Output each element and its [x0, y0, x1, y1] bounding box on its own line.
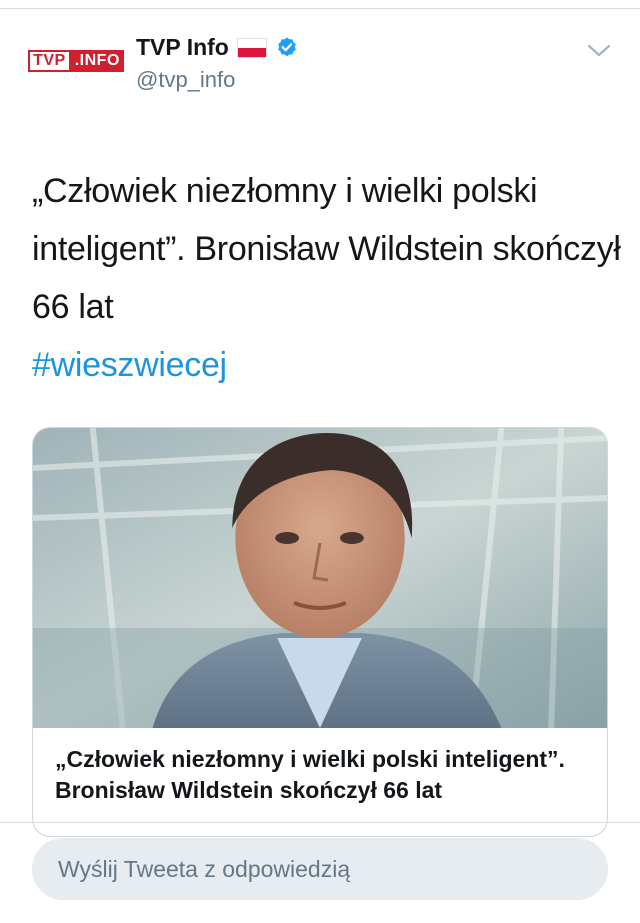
author-handle[interactable]: @tvp_info	[136, 67, 235, 93]
bottom-divider	[0, 822, 640, 823]
card-image	[33, 428, 607, 728]
poland-flag-icon	[236, 37, 267, 58]
chevron-down-icon[interactable]	[586, 42, 612, 60]
logo-info-text: .INFO	[70, 50, 124, 72]
link-preview-card[interactable]: „Człowiek niezłomny i wielki polski inte…	[32, 427, 608, 837]
verified-badge-icon	[278, 37, 296, 56]
avatar[interactable]: TVP .INFO	[28, 44, 124, 78]
author-display-name[interactable]: TVP Info	[136, 34, 229, 61]
tvp-info-logo: TVP .INFO	[28, 50, 124, 72]
hashtag-link[interactable]: #wieszwiecej	[32, 336, 622, 394]
tweet-body-text: „Człowiek niezłomny i wielki polski inte…	[32, 172, 621, 326]
author-name-row: TVP Info	[136, 34, 299, 61]
tweet-text: „Człowiek niezłomny i wielki polski inte…	[32, 162, 622, 394]
logo-tvp-text: TVP	[28, 50, 71, 72]
reply-input[interactable]: Wyślij Tweeta z odpowiedzią	[32, 838, 608, 900]
card-title: „Człowiek niezłomny i wielki polski inte…	[55, 746, 565, 803]
top-divider	[0, 8, 640, 9]
reply-placeholder: Wyślij Tweeta z odpowiedzią	[58, 855, 351, 882]
